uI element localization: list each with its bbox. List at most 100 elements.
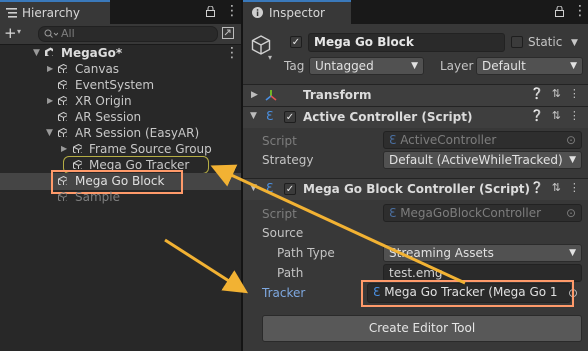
list-icon xyxy=(6,8,17,18)
component-tools[interactable]: ❔⇅⋮ xyxy=(530,181,588,194)
hierarchy-item-canvas[interactable]: ▶ Canvas xyxy=(0,61,241,77)
scene-menu-icon[interactable]: ⋮ xyxy=(225,46,239,60)
item-label: MegaGo* xyxy=(61,46,123,60)
fold-open-icon[interactable]: ▼ xyxy=(46,125,53,141)
gameobject-icon xyxy=(58,128,67,137)
script-icon: Ɛ xyxy=(266,181,274,195)
gameobject-icon xyxy=(58,96,67,105)
layer-label: Layer xyxy=(440,59,474,73)
component-enabled-checkbox[interactable]: ✓ xyxy=(284,183,296,195)
block-controller-title: Mega Go Block Controller (Script) xyxy=(303,182,531,196)
item-label: Canvas xyxy=(75,62,120,76)
inspector-title: Inspector xyxy=(269,6,325,20)
info-icon xyxy=(252,7,263,18)
add-dropdown-icon[interactable]: ▾ xyxy=(17,27,21,36)
strategy-value: Default (ActiveWhileTracked) xyxy=(389,153,563,167)
active-controller-header[interactable]: ▼ Ɛ ✓ Active Controller (Script) ❔⇅⋮ xyxy=(243,106,588,128)
item-label: AR Session (EasyAR) xyxy=(75,126,200,140)
target-icon: ⊙ xyxy=(565,133,576,147)
item-label: Frame Source Group xyxy=(89,142,212,156)
path-label: Path xyxy=(277,266,304,280)
fold-closed-icon[interactable]: ▶ xyxy=(47,61,53,77)
strategy-dropdown[interactable]: Default (ActiveWhileTracked) ▼ xyxy=(383,151,582,169)
script-value: MegaGoBlockController xyxy=(400,206,542,220)
gameobject-icon xyxy=(73,160,82,169)
strategy-label: Strategy xyxy=(262,153,314,167)
layer-value: Default xyxy=(482,59,526,73)
lock-icon[interactable] xyxy=(206,6,215,17)
tracker-annotation-box xyxy=(361,280,574,307)
script-label: Script xyxy=(262,134,297,148)
hierarchy-search-input[interactable]: All xyxy=(38,26,218,42)
fold-closed-icon[interactable]: ▶ xyxy=(251,90,258,100)
hierarchy-title: Hierarchy xyxy=(22,6,81,20)
scene-filter-icon[interactable] xyxy=(222,27,234,39)
hierarchy-item-ar-session[interactable]: AR Session xyxy=(0,109,241,125)
hierarchy-item-megago[interactable]: ▼ MegaGo* ⋮ xyxy=(0,45,241,61)
static-dropdown-icon[interactable]: ▼ xyxy=(571,38,578,48)
static-label: Static xyxy=(528,35,563,49)
transform-icon xyxy=(265,90,277,101)
tag-dropdown[interactable]: Untagged ▼ xyxy=(309,57,424,75)
script-label: Script xyxy=(262,207,297,221)
fold-closed-icon[interactable]: ▶ xyxy=(47,93,53,109)
tag-label: Tag xyxy=(284,59,305,73)
tracker-label: Tracker xyxy=(262,286,306,300)
fold-open-icon[interactable]: ▼ xyxy=(33,45,40,61)
hierarchy-item-sample[interactable]: Sample xyxy=(0,189,241,205)
hierarchy-menu-icon[interactable]: ⋮ xyxy=(225,4,239,18)
target-icon: ⊙ xyxy=(565,206,576,220)
hierarchy-item-eventsystem[interactable]: EventSystem xyxy=(0,77,241,93)
hierarchy-toolbar: + ▾ All xyxy=(0,24,241,45)
gameobject-icon xyxy=(58,80,67,89)
hierarchy-item-frame-source-group[interactable]: ▶ Frame Source Group xyxy=(0,141,241,157)
block-controller-header[interactable]: ▼ Ɛ ✓ Mega Go Block Controller (Script) … xyxy=(243,178,588,200)
unity-scene-icon xyxy=(45,47,53,56)
fold-open-icon[interactable]: ▼ xyxy=(250,183,257,193)
object-name-input[interactable]: Mega Go Block xyxy=(308,33,505,52)
path-type-dropdown[interactable]: Streaming Assets ▼ xyxy=(383,244,582,262)
fold-closed-icon[interactable]: ▶ xyxy=(61,141,67,157)
active-checkbox[interactable]: ✓ xyxy=(290,36,302,48)
create-editor-tool-button[interactable]: Create Editor Tool xyxy=(262,315,582,342)
transform-title: Transform xyxy=(303,88,372,102)
gameobject-icon xyxy=(58,112,67,121)
path-type-value: Streaming Assets xyxy=(389,246,494,260)
script-icon: Ɛ xyxy=(266,109,274,123)
tab-inspector[interactable]: Inspector xyxy=(243,0,351,24)
tab-hierarchy[interactable]: Hierarchy xyxy=(0,0,110,24)
script-icon: Ɛ xyxy=(389,206,401,220)
lock-icon[interactable] xyxy=(555,6,564,17)
fold-open-icon[interactable]: ▼ xyxy=(250,111,257,121)
icon-dropdown-icon[interactable]: ▾ xyxy=(268,53,272,62)
component-tools[interactable]: ❔⇅⋮ xyxy=(530,109,588,122)
item-label: Sample xyxy=(75,190,120,204)
item-label: AR Session xyxy=(75,110,142,124)
hierarchy-item-ar-session-easyar[interactable]: ▼ AR Session (EasyAR) xyxy=(0,125,241,141)
item-label: EventSystem xyxy=(75,78,155,92)
transform-header[interactable]: ▶ Transform ❔⇅⋮ xyxy=(243,84,588,106)
gameobject-icon[interactable] xyxy=(251,35,271,55)
static-checkbox[interactable] xyxy=(511,36,523,48)
inspector-menu-icon[interactable]: ⋮ xyxy=(573,4,587,18)
layer-dropdown[interactable]: Default ▼ xyxy=(476,57,583,75)
tag-value: Untagged xyxy=(315,59,374,73)
search-placeholder: All xyxy=(61,27,75,40)
component-tools[interactable]: ❔⇅⋮ xyxy=(530,87,588,100)
script-field: Ɛ ActiveController ⊙ xyxy=(383,131,582,149)
script-field: Ɛ MegaGoBlockController ⊙ xyxy=(383,204,582,222)
chevron-down-icon: ▼ xyxy=(569,248,576,258)
component-enabled-checkbox[interactable]: ✓ xyxy=(284,111,296,123)
path-type-label: Path Type xyxy=(277,246,335,260)
script-value: ActiveController xyxy=(400,133,497,147)
active-controller-title: Active Controller (Script) xyxy=(303,110,473,124)
chevron-down-icon: ▼ xyxy=(569,155,576,165)
gameobject-icon xyxy=(58,192,67,201)
gameobject-icon xyxy=(73,144,82,153)
item-label: XR Origin xyxy=(75,94,132,108)
chevron-down-icon: ▼ xyxy=(411,61,418,71)
source-label: Source xyxy=(262,226,304,240)
add-icon[interactable]: + xyxy=(4,24,17,42)
chevron-down-icon: ▼ xyxy=(570,61,577,71)
hierarchy-item-xr-origin[interactable]: ▶ XR Origin xyxy=(0,93,241,109)
